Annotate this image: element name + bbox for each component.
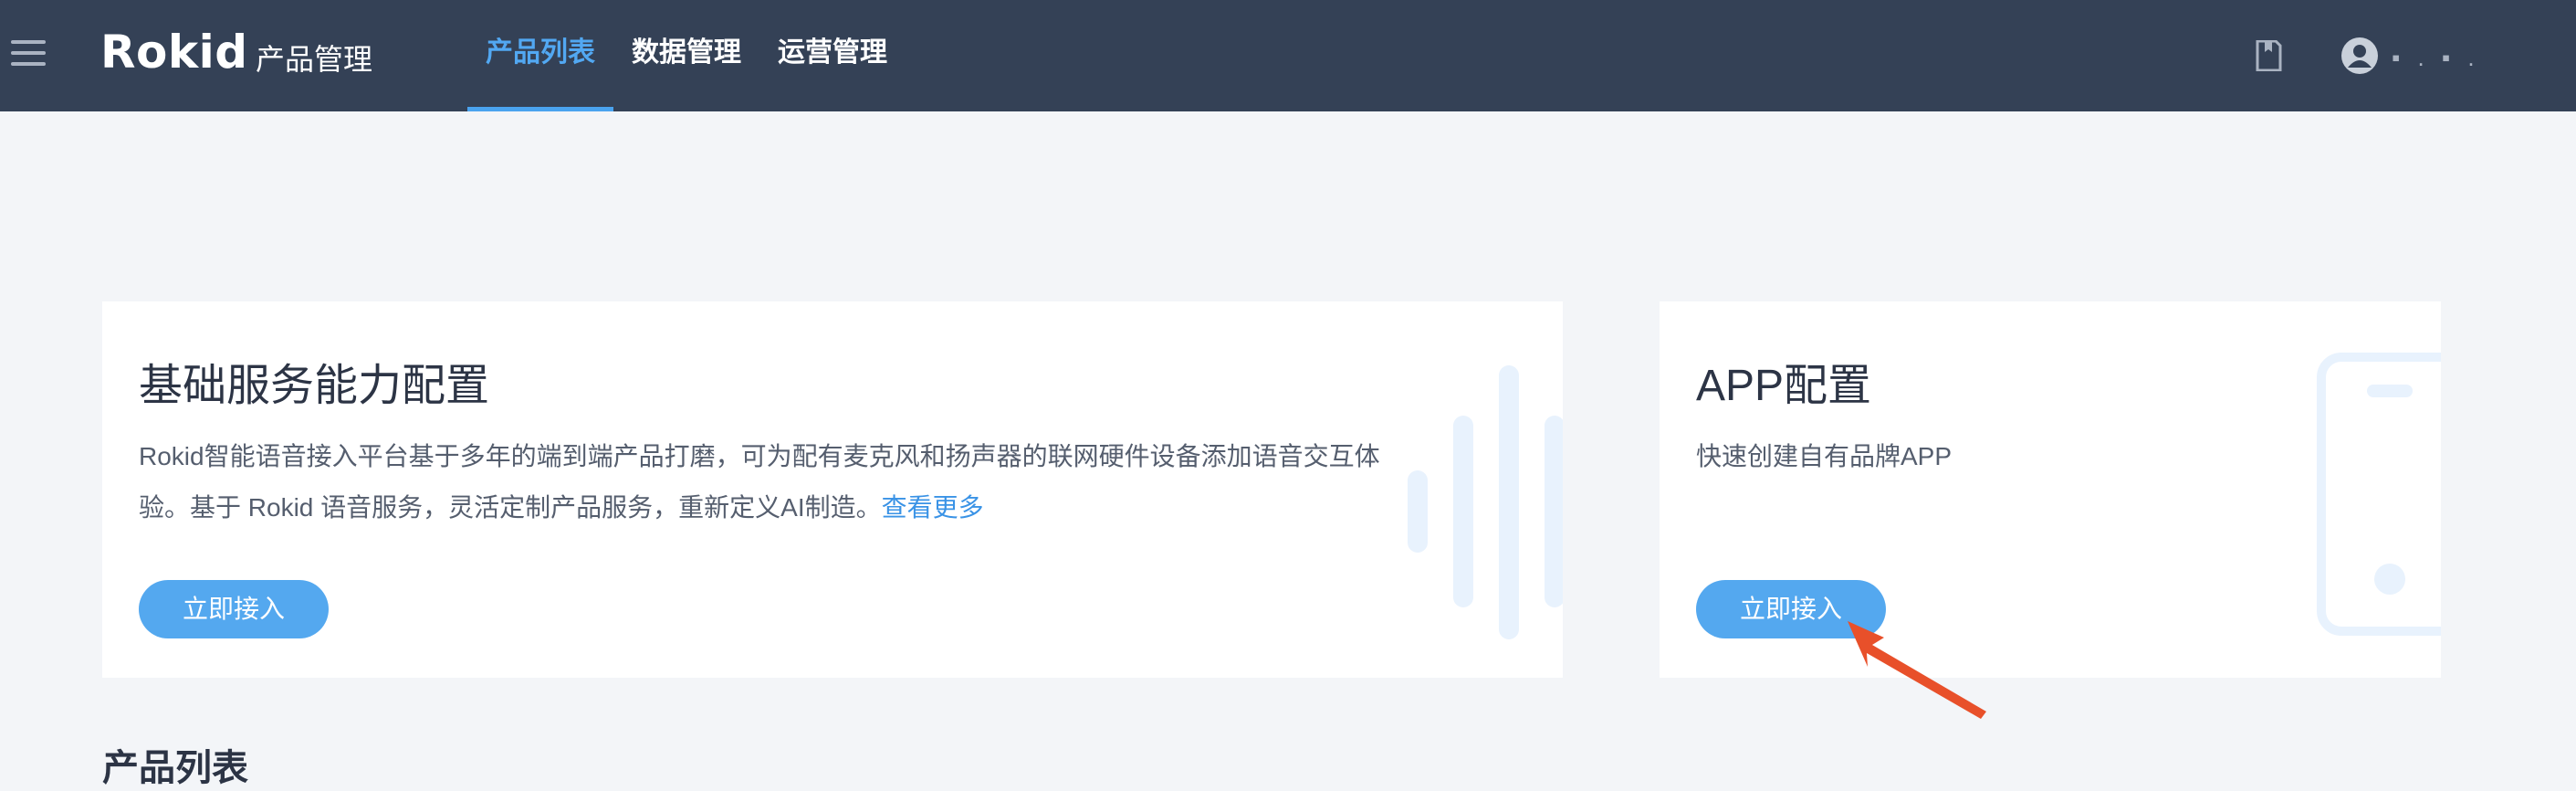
nav-tab-product-list[interactable]: 产品列表 bbox=[467, 0, 613, 111]
basic-service-card: 基础服务能力配置 Rokid智能语音接入平台基于多年的端到端产品打磨，可为配有麦… bbox=[102, 301, 1563, 678]
user-avatar-icon[interactable] bbox=[2340, 37, 2379, 75]
section-heading: 产品列表 bbox=[102, 748, 248, 788]
phone-icon bbox=[2317, 353, 2441, 636]
card-description: 快速创建自有品牌APP bbox=[1696, 442, 1953, 470]
document-icon[interactable] bbox=[2255, 40, 2282, 71]
nav-tab-operations-management[interactable]: 运营管理 bbox=[776, 0, 889, 111]
menu-icon[interactable] bbox=[11, 40, 46, 68]
app-config-card: APP配置 快速创建自有品牌APP 立即接入 bbox=[1660, 301, 2441, 678]
top-nav-bar: Rokid 产品管理 产品列表 数据管理 运营管理 ▪ . ▪ . bbox=[0, 0, 2576, 111]
annotation-arrow-icon bbox=[1848, 621, 1986, 719]
connect-now-button[interactable]: 立即接入 bbox=[139, 580, 329, 638]
app-title: 产品管理 bbox=[256, 43, 373, 76]
logo: Rokid bbox=[100, 26, 248, 79]
card-title: 基础服务能力配置 bbox=[139, 362, 490, 410]
card-description: Rokid智能语音接入平台基于多年的端到端产品打磨，可为配有麦克风和扬声器的联网… bbox=[139, 431, 1398, 533]
nav-tab-data-management[interactable]: 数据管理 bbox=[630, 0, 743, 111]
sound-wave-icon bbox=[1408, 365, 1563, 639]
learn-more-link[interactable]: 查看更多 bbox=[882, 493, 984, 522]
user-name[interactable]: ▪ . ▪ . bbox=[2392, 44, 2480, 72]
card-title: APP配置 bbox=[1696, 362, 1872, 410]
card-description-text: Rokid智能语音接入平台基于多年的端到端产品打磨，可为配有麦克风和扬声器的联网… bbox=[139, 442, 1380, 522]
